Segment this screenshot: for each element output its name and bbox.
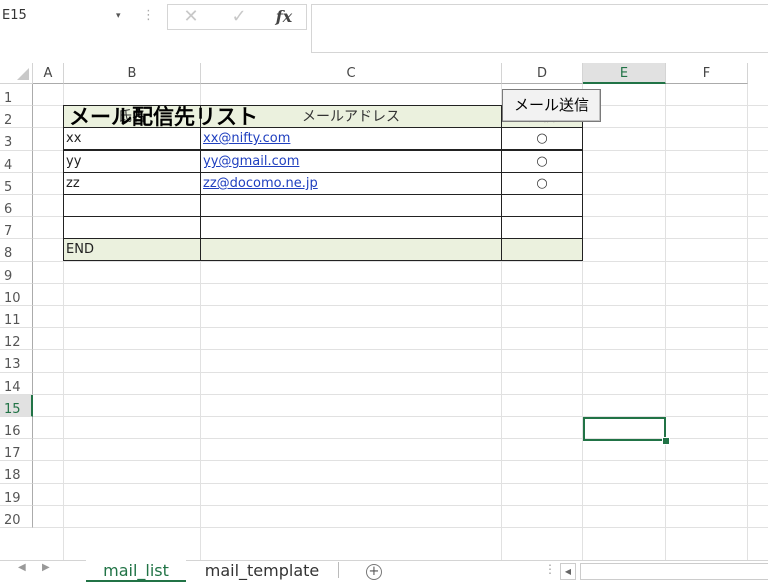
table-cell-email[interactable]: yy@gmail.com bbox=[200, 150, 502, 173]
column-header-f[interactable]: F bbox=[666, 63, 748, 84]
column-header-a[interactable]: A bbox=[33, 63, 64, 84]
gridline-vertical bbox=[747, 84, 748, 560]
row-header-6[interactable]: 6 bbox=[0, 195, 33, 218]
gridline-horizontal bbox=[33, 460, 768, 461]
gridline-horizontal bbox=[33, 394, 768, 395]
row-header-20[interactable]: 20 bbox=[0, 505, 33, 528]
table-cell-send[interactable] bbox=[501, 216, 583, 239]
gridline-horizontal bbox=[33, 527, 768, 528]
prev-sheet-icon[interactable]: ◀ bbox=[18, 562, 26, 573]
row-header-14[interactable]: 14 bbox=[0, 372, 33, 395]
table-cell-name[interactable] bbox=[63, 194, 201, 217]
gridline-horizontal bbox=[33, 372, 768, 373]
fill-handle[interactable] bbox=[662, 437, 670, 445]
column-header-b[interactable]: B bbox=[64, 63, 201, 84]
name-box-dropdown-icon[interactable]: ▾ bbox=[116, 5, 121, 27]
table-cell-send[interactable]: ○ bbox=[501, 150, 583, 173]
row-header-2[interactable]: 2 bbox=[0, 106, 33, 129]
row-header-17[interactable]: 17 bbox=[0, 439, 33, 462]
send-mail-button[interactable]: メール送信 bbox=[502, 89, 601, 122]
table-cell-email[interactable]: zz@docomo.ne.jp bbox=[200, 172, 502, 195]
gridline-horizontal bbox=[33, 505, 768, 506]
row-header-5[interactable]: 5 bbox=[0, 172, 33, 195]
table-cell-email[interactable] bbox=[200, 194, 502, 217]
row-header-4[interactable]: 4 bbox=[0, 150, 33, 173]
add-sheet-button[interactable]: + bbox=[366, 564, 382, 580]
cancel-icon[interactable]: ✕ bbox=[177, 4, 205, 30]
gridline-horizontal bbox=[33, 349, 768, 350]
table-cell-send[interactable] bbox=[501, 194, 583, 217]
insert-function-button[interactable]: fx bbox=[270, 4, 298, 30]
scroll-left-icon[interactable]: ◀ bbox=[560, 563, 576, 580]
select-all-icon bbox=[17, 68, 29, 80]
row-header-10[interactable]: 10 bbox=[0, 283, 33, 306]
row-header-8[interactable]: 8 bbox=[0, 239, 33, 262]
row-header-3[interactable]: 3 bbox=[0, 128, 33, 151]
end-marker-cell[interactable]: END bbox=[63, 238, 201, 261]
gridline-horizontal bbox=[33, 483, 768, 484]
tab-split-grip-icon[interactable]: ⋮ bbox=[544, 562, 556, 576]
row-header-19[interactable]: 19 bbox=[0, 483, 33, 506]
row-header-7[interactable]: 7 bbox=[0, 217, 33, 240]
gridline-vertical bbox=[665, 84, 666, 560]
row-header-12[interactable]: 12 bbox=[0, 328, 33, 351]
table-cell-name[interactable]: yy bbox=[63, 150, 201, 173]
horizontal-scrollbar[interactable] bbox=[580, 563, 768, 580]
column-header-d[interactable]: D bbox=[502, 63, 583, 84]
end-row-cell[interactable] bbox=[501, 238, 583, 261]
active-cell-e15[interactable] bbox=[583, 417, 666, 441]
row-header-9[interactable]: 9 bbox=[0, 261, 33, 284]
table-cell-name[interactable]: zz bbox=[63, 172, 201, 195]
table-cell-name[interactable] bbox=[63, 216, 201, 239]
gridline-horizontal bbox=[33, 261, 768, 262]
next-sheet-icon[interactable]: ▶ bbox=[42, 562, 50, 573]
table-cell-email[interactable] bbox=[200, 216, 502, 239]
tab-divider bbox=[338, 562, 339, 578]
row-header-16[interactable]: 16 bbox=[0, 417, 33, 440]
row-header-18[interactable]: 18 bbox=[0, 461, 33, 484]
column-header-c[interactable]: C bbox=[201, 63, 502, 84]
tab-mail-template[interactable]: mail_template bbox=[192, 560, 332, 582]
table-cell-send[interactable]: ○ bbox=[501, 127, 583, 150]
enter-icon[interactable]: ✓ bbox=[225, 4, 253, 30]
gridline-horizontal bbox=[33, 305, 768, 306]
formula-bar-grip-icon: ⋮ bbox=[142, 8, 155, 23]
formula-input[interactable] bbox=[311, 4, 768, 53]
gridline-horizontal bbox=[33, 327, 768, 328]
end-row-cell[interactable] bbox=[200, 238, 502, 261]
row-header-15[interactable]: 15 bbox=[0, 394, 33, 417]
row-header-11[interactable]: 11 bbox=[0, 306, 33, 329]
row-header-1[interactable]: 1 bbox=[0, 84, 33, 107]
sheet-title[interactable]: メール配信先リスト bbox=[69, 101, 258, 131]
gridline-horizontal bbox=[33, 283, 768, 284]
column-header-e[interactable]: E bbox=[583, 63, 666, 84]
row-header-13[interactable]: 13 bbox=[0, 350, 33, 373]
tab-mail-list[interactable]: mail_list bbox=[86, 560, 186, 582]
table-cell-send[interactable]: ○ bbox=[501, 172, 583, 195]
